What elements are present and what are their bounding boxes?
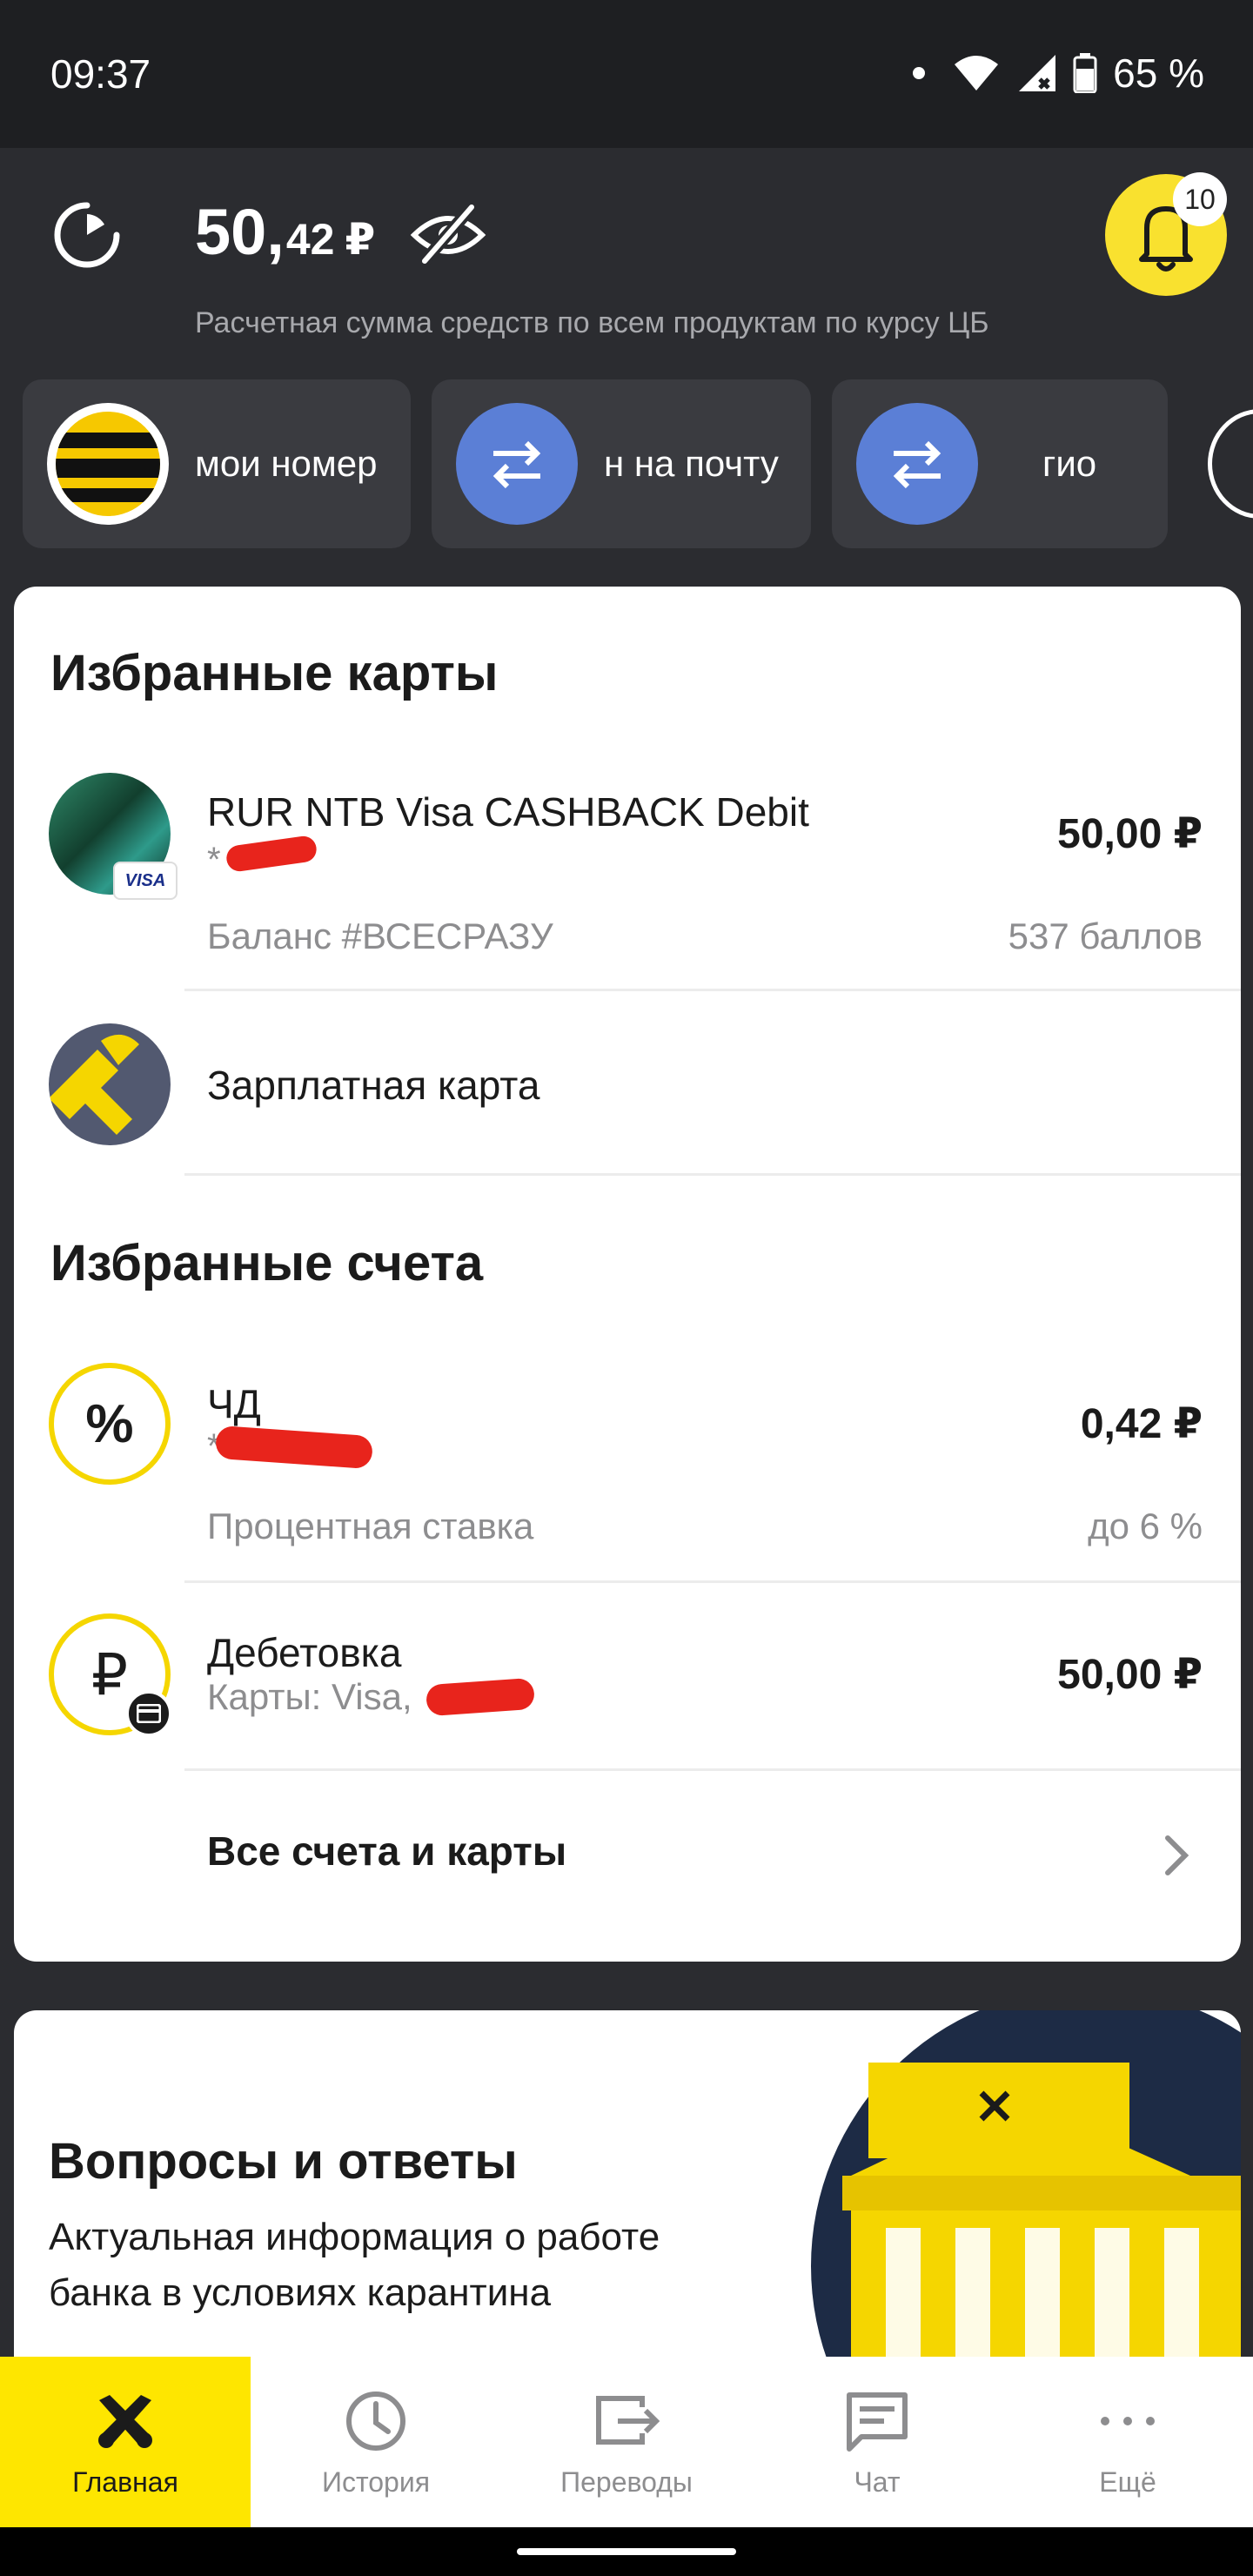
status-time: 09:37 — [50, 51, 151, 97]
divider — [184, 1173, 1241, 1176]
card-row[interactable] — [14, 1004, 1241, 1170]
quick-action-label: мои номер — [195, 443, 378, 484]
clock-icon — [346, 2391, 405, 2451]
home-gesture-handle[interactable] — [517, 2548, 736, 2555]
transfer-icon — [596, 2395, 660, 2445]
nav-label: Чат — [854, 2465, 901, 2498]
dot-icon — [913, 67, 926, 79]
wifi-icon — [955, 56, 999, 91]
promo-title: Вопросы и ответы — [49, 2133, 518, 2190]
quick-action-label: н на почту — [604, 443, 779, 484]
balance-main: 50, — [195, 196, 285, 268]
battery-icon — [1073, 53, 1097, 93]
card-row[interactable] — [14, 752, 1241, 961]
divider — [184, 989, 1241, 991]
hide-balance-eye-icon[interactable] — [409, 198, 487, 268]
quick-action-my-number[interactable]: мои номер — [23, 379, 411, 548]
account-row[interactable] — [14, 1596, 1241, 1761]
nav-label: Ещё — [1099, 2465, 1156, 2498]
section-title-accounts: Избранные счета — [50, 1235, 484, 1291]
divider — [184, 1580, 1241, 1583]
quick-action-add-partial[interactable] — [1208, 409, 1253, 519]
nav-label: Переводы — [560, 2465, 693, 2498]
transfer-arrows-icon — [456, 403, 578, 525]
beeline-logo-icon — [47, 403, 169, 525]
transfer-arrows-icon — [856, 403, 978, 525]
nav-history[interactable]: История — [251, 2357, 501, 2527]
refresh-icon[interactable] — [50, 198, 124, 272]
more-icon — [1101, 2416, 1155, 2425]
all-accounts-link[interactable]: Все счета и карты — [14, 1772, 1241, 1942]
balance-cents: 42 — [285, 215, 335, 264]
bank-building-illustration — [842, 2063, 1241, 2376]
divider — [184, 1768, 1241, 1771]
promo-text-line1: Актуальная информация о работе — [49, 2216, 660, 2258]
nav-chat[interactable]: Чат — [752, 2357, 1002, 2527]
nav-more[interactable]: Ещё — [1002, 2357, 1253, 2527]
quick-action-transfer-3[interactable]: гио — [832, 379, 1168, 548]
bottom-navigation: Главная История Переводы Чат Ещё — [0, 2357, 1253, 2527]
faq-promo-card[interactable]: Вопросы и ответы Актуальная информация о… — [14, 2010, 1241, 2376]
promo-text-line2: банка в условиях карантина — [49, 2271, 552, 2314]
account-row[interactable] — [14, 1344, 1241, 1561]
status-icons: 65 % — [913, 45, 1204, 101]
raiffeisen-logo-icon — [98, 2394, 152, 2448]
notification-count-badge: 10 — [1173, 172, 1227, 226]
battery-percent: 65 % — [1113, 50, 1204, 96]
total-balance: 50, 42 ₽ — [195, 195, 375, 269]
chevron-right-icon — [1165, 1835, 1189, 1875]
nav-transfers[interactable]: Переводы — [501, 2357, 752, 2527]
header — [0, 148, 1253, 374]
signal-icon — [1019, 55, 1056, 91]
all-accounts-label: Все счета и карты — [207, 1828, 567, 1874]
nav-label: История — [321, 2465, 431, 2498]
quick-action-transfer-email[interactable]: н на почту — [432, 379, 811, 548]
chat-icon — [847, 2392, 908, 2452]
section-title-cards: Избранные карты — [50, 645, 499, 701]
balance-subtitle: Расчетная сумма средств по всем продукта… — [195, 306, 989, 339]
nav-home[interactable]: Главная — [0, 2357, 251, 2527]
quick-action-label: гио — [1042, 443, 1097, 484]
favorites-card: Избранные карты VISA RUR NTB Visa CASHBA… — [14, 587, 1241, 1962]
balance-currency: ₽ — [345, 215, 376, 264]
nav-label: Главная — [72, 2465, 178, 2498]
